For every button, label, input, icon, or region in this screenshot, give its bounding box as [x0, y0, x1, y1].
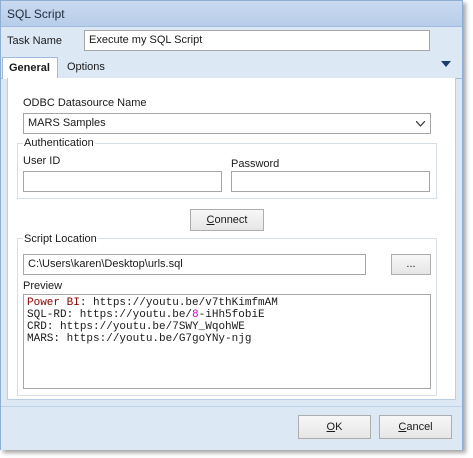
password-input[interactable]	[231, 171, 430, 192]
browse-button[interactable]: ...	[391, 254, 431, 275]
ok-label-rest: K	[335, 421, 343, 433]
connect-label-rest: onnect	[214, 214, 248, 226]
cancel-label-rest: ancel	[406, 421, 433, 433]
preview-keyword: MARS	[27, 333, 54, 345]
cancel-button[interactable]: Cancel	[379, 415, 452, 439]
script-location-label: Script Location	[23, 233, 98, 245]
preview-line: MARS: https://youtu.be/G7goYNy-njg	[27, 333, 427, 345]
tab-options[interactable]: Options	[61, 57, 111, 78]
preview-label: Preview	[23, 280, 63, 292]
preview-number: 8	[192, 309, 199, 321]
preview-textbox[interactable]: Power BI: https://youtu.be/v7thKimfmAM S…	[23, 294, 431, 389]
script-path-input[interactable]: C:\Users\karen\Desktop\urls.sql	[23, 254, 366, 275]
chevron-down-icon	[416, 121, 425, 127]
preview-text: : https://youtu.be/G7goYNy-njg	[53, 333, 252, 345]
preview-text: : https://youtu.be/	[66, 309, 193, 321]
window-title: SQL Script	[7, 7, 65, 21]
preview-keyword: CRD	[27, 321, 47, 333]
ok-button[interactable]: OK	[298, 415, 371, 439]
odbc-label: ODBC Datasource Name	[23, 97, 147, 109]
ok-mnemonic: O	[326, 421, 336, 433]
tab-strip: General Options	[1, 57, 462, 79]
task-name-label: Task Name	[7, 35, 63, 47]
task-name-input[interactable]: Execute my SQL Script	[84, 30, 430, 51]
preview-keyword: Power BI	[27, 297, 80, 309]
odbc-select[interactable]: MARS Samples	[23, 113, 431, 134]
preview-text: -iHh5fobiE	[198, 309, 265, 321]
authentication-label: Authentication	[23, 137, 95, 149]
preview-keyword: SQL-RD	[27, 309, 67, 321]
connect-button[interactable]: Connect	[190, 209, 264, 231]
user-id-label: User ID	[23, 155, 61, 167]
preview-line: CRD: https://youtu.be/7SWY_WqohWE	[27, 321, 427, 333]
preview-text: : https://youtu.be/7SWY_WqohWE	[46, 321, 245, 333]
user-id-input[interactable]	[23, 171, 222, 192]
triangle-down-icon[interactable]	[441, 61, 451, 69]
dialog-window: SQL Script Task Name Execute my SQL Scri…	[0, 0, 463, 450]
title-bar[interactable]: SQL Script	[1, 1, 462, 27]
tab-general[interactable]: General	[2, 57, 58, 79]
password-label: Password	[231, 158, 280, 170]
preview-line: SQL-RD: https://youtu.be/8-iHh5fobiE	[27, 309, 427, 321]
preview-line: Power BI: https://youtu.be/v7thKimfmAM	[27, 297, 427, 309]
preview-text: : https://youtu.be/v7thKimfmAM	[79, 297, 278, 309]
odbc-selected-value: MARS Samples	[28, 117, 106, 129]
dialog-footer: OK Cancel	[1, 406, 462, 450]
